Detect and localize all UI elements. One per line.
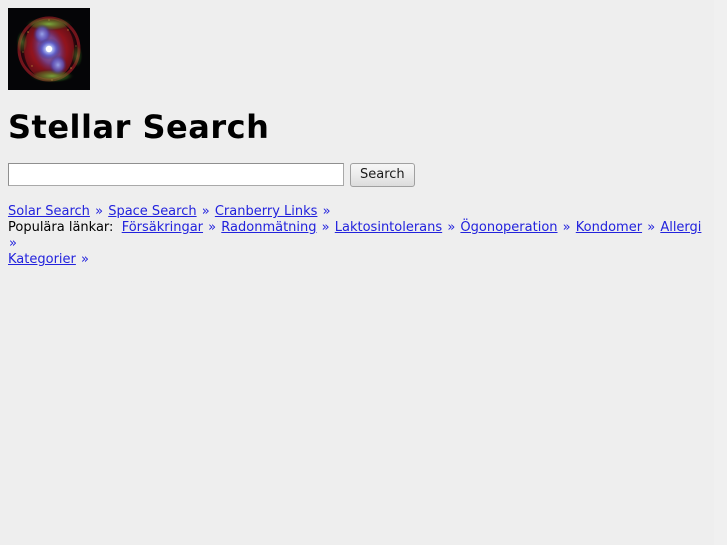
page-content: Stellar Search Search Solar Search » Spa…: [8, 8, 711, 267]
link-kondomer[interactable]: Kondomer: [576, 220, 642, 235]
separator-chevron-icon: »: [562, 220, 571, 235]
cats-eye-nebula-image: [8, 8, 90, 90]
separator-chevron-icon: »: [447, 220, 456, 235]
separator-chevron-icon: »: [201, 204, 210, 219]
link-solar-search[interactable]: Solar Search: [8, 204, 90, 219]
page-title: Stellar Search: [8, 108, 270, 146]
separator-chevron-icon: »: [81, 252, 89, 267]
popular-links-row: Populära länkar: Försäkringar » Radonmät…: [8, 220, 708, 252]
link-space-search[interactable]: Space Search: [108, 204, 196, 219]
page-root: Stellar Search Search Solar Search » Spa…: [0, 0, 727, 545]
link-ogonoperation[interactable]: Ögonoperation: [460, 220, 557, 235]
separator-chevron-icon: »: [95, 204, 104, 219]
link-allergi[interactable]: Allergi: [660, 220, 701, 235]
separator-chevron-icon: »: [647, 220, 656, 235]
separator-chevron-icon: »: [208, 220, 217, 235]
primary-links-row: Solar Search » Space Search » Cranberry …: [8, 204, 708, 220]
popular-links-label: Populära länkar:: [8, 220, 114, 235]
link-laktosintolerans[interactable]: Laktosintolerans: [335, 220, 442, 235]
link-forsakringar[interactable]: Försäkringar: [122, 220, 203, 235]
link-kategorier[interactable]: Kategorier: [8, 252, 76, 267]
links-section: Solar Search » Space Search » Cranberry …: [8, 204, 708, 268]
link-cranberry-links[interactable]: Cranberry Links: [215, 204, 318, 219]
separator-chevron-icon: »: [9, 236, 17, 251]
link-radonmatning[interactable]: Radonmätning: [221, 220, 316, 235]
search-button[interactable]: Search: [350, 163, 415, 187]
search-form: Search: [8, 163, 415, 187]
separator-chevron-icon: »: [322, 204, 331, 219]
scrollbar-track[interactable]: [714, 0, 727, 545]
search-input[interactable]: [8, 163, 344, 186]
categories-row: Kategorier »: [8, 252, 708, 268]
separator-chevron-icon: »: [321, 220, 330, 235]
